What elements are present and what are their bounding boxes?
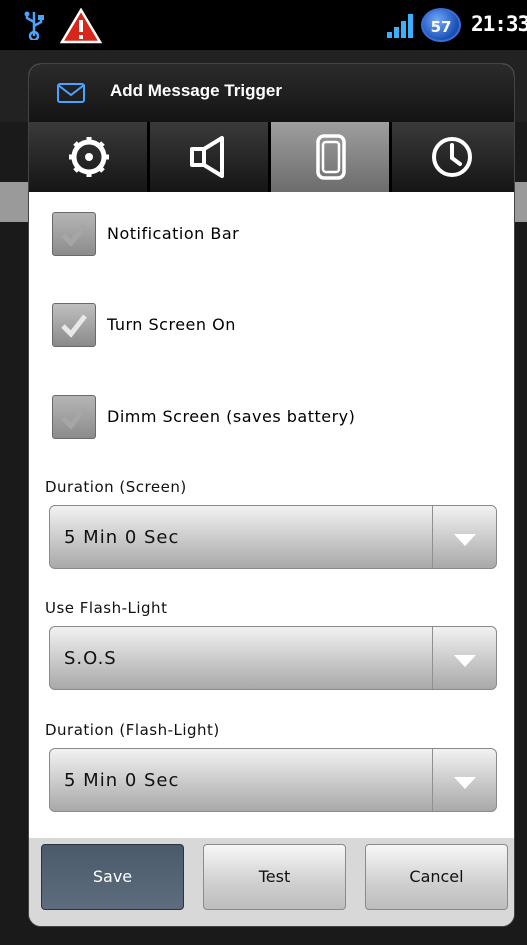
status-time: 21:33 <box>471 12 527 36</box>
phone-screen-icon <box>316 134 346 180</box>
option-notification-bar[interactable]: Notification Bar <box>29 212 514 272</box>
option-turn-screen-on[interactable]: Turn Screen On <box>29 303 514 363</box>
dimm-screen-checkbox[interactable] <box>52 395 96 439</box>
usb-icon <box>24 11 44 40</box>
duration-screen-label: Duration (Screen) <box>45 478 187 496</box>
duration-flash-label: Duration (Flash-Light) <box>45 721 220 739</box>
status-bar: 57 21:33 <box>0 0 527 50</box>
save-button[interactable]: Save <box>41 844 184 910</box>
dialog-button-bar: Save Test Cancel <box>29 838 514 926</box>
check-icon <box>61 314 87 338</box>
tab-sound[interactable] <box>150 122 270 192</box>
duration-flash-value: 5 Min 0 Sec <box>64 770 180 791</box>
dialog-header: Add Message Trigger <box>29 64 514 122</box>
chevron-down-icon <box>454 534 476 546</box>
tab-screen[interactable] <box>271 122 391 192</box>
check-icon <box>61 406 87 430</box>
signal-icon <box>387 14 413 38</box>
spinner-divider <box>432 627 433 689</box>
settings-gear-icon <box>69 137 109 177</box>
duration-flash-spinner[interactable]: 5 Min 0 Sec <box>49 748 497 812</box>
spinner-divider <box>432 749 433 811</box>
tab-settings[interactable] <box>29 122 149 192</box>
flash-light-value: S.O.S <box>64 648 117 669</box>
duration-screen-spinner[interactable]: 5 Min 0 Sec <box>49 505 497 569</box>
flash-light-label: Use Flash-Light <box>45 599 168 617</box>
spinner-divider <box>432 506 433 568</box>
cancel-button[interactable]: Cancel <box>365 844 508 910</box>
warning-icon <box>60 8 102 44</box>
test-button[interactable]: Test <box>203 844 346 910</box>
clock-icon <box>432 137 472 177</box>
dialog-title: Add Message Trigger <box>110 81 282 100</box>
speaker-icon <box>190 136 224 178</box>
mail-icon <box>57 83 85 103</box>
check-icon <box>61 223 87 247</box>
battery-icon: 57 <box>421 8 461 42</box>
turn-screen-on-checkbox[interactable] <box>52 303 96 347</box>
turn-screen-on-label: Turn Screen On <box>107 315 236 334</box>
notification-bar-label: Notification Bar <box>107 224 240 243</box>
dimm-screen-label: Dimm Screen (saves battery) <box>107 407 356 426</box>
notification-bar-checkbox[interactable] <box>52 212 96 256</box>
tab-schedule[interactable] <box>392 122 514 192</box>
chevron-down-icon <box>454 655 476 667</box>
duration-screen-value: 5 Min 0 Sec <box>64 527 180 548</box>
option-dimm-screen[interactable]: Dimm Screen (saves battery) <box>29 395 514 455</box>
dialog-content: Notification Bar Turn Screen On Dimm Scr… <box>29 192 514 838</box>
chevron-down-icon <box>454 777 476 789</box>
tab-bar <box>29 122 514 192</box>
flash-light-spinner[interactable]: S.O.S <box>49 626 497 690</box>
add-message-trigger-dialog: Add Message Trigger Notification Bar Tur… <box>29 64 514 926</box>
